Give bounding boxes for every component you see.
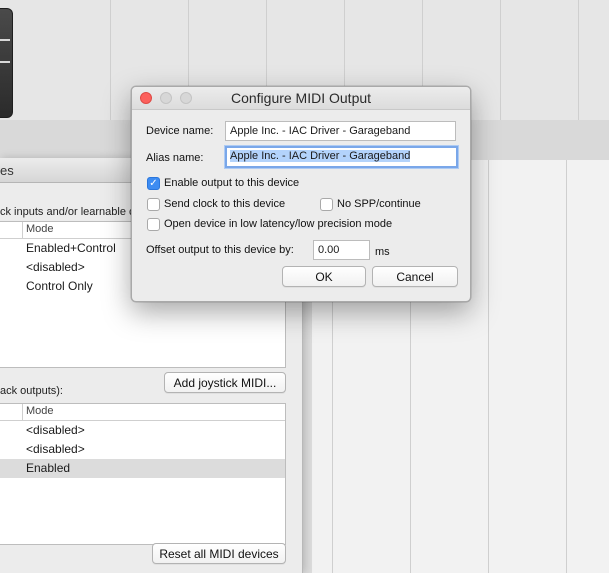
table-header: Mode xyxy=(0,404,285,421)
device-name-label: Device name: xyxy=(146,125,214,137)
table-row[interactable]: <disabled> xyxy=(0,440,285,459)
no-spp-continue-label[interactable]: No SPP/continue xyxy=(337,198,421,210)
alias-name-selected-text: Apple Inc. - IAC Driver - Garageband xyxy=(230,150,411,162)
mode-column-header[interactable]: Mode xyxy=(26,223,54,235)
configure-midi-output-dialog: Configure MIDI Output Device name: Apple… xyxy=(131,86,471,302)
cancel-button[interactable]: Cancel xyxy=(372,266,458,287)
fader-tick xyxy=(0,39,10,41)
inputs-caption: ck inputs and/or learnable c xyxy=(0,206,135,218)
mode-column-header[interactable]: Mode xyxy=(26,405,54,417)
table-row-selected[interactable]: Enabled xyxy=(0,459,285,478)
send-clock-label[interactable]: Send clock to this device xyxy=(164,198,285,210)
mode-cell[interactable]: Control Only xyxy=(26,279,93,293)
no-spp-continue-checkbox[interactable] xyxy=(320,198,333,211)
grid-line xyxy=(566,160,567,573)
enable-output-checkbox[interactable]: ✓ xyxy=(147,177,160,190)
alias-name-label: Alias name: xyxy=(146,152,204,164)
fader-tick xyxy=(0,61,10,63)
grid-line xyxy=(578,0,579,120)
mode-cell[interactable]: <disabled> xyxy=(26,260,85,274)
prefs-title: es xyxy=(0,163,14,178)
add-joystick-midi-button[interactable]: Add joystick MIDI... xyxy=(164,372,286,393)
fader-handle[interactable] xyxy=(0,8,13,118)
offset-label: Offset output to this device by: xyxy=(146,244,294,256)
mode-cell[interactable]: <disabled> xyxy=(26,423,85,437)
column-separator xyxy=(22,404,23,420)
grid-line xyxy=(488,160,489,573)
enable-output-label[interactable]: Enable output to this device xyxy=(164,177,299,189)
offset-field[interactable]: 0.00 xyxy=(313,240,370,260)
reset-all-midi-devices-button[interactable]: Reset all MIDI devices xyxy=(152,543,286,564)
low-latency-label[interactable]: Open device in low latency/low precision… xyxy=(164,218,392,230)
outputs-caption: ack outputs): xyxy=(0,385,63,397)
mode-cell[interactable]: Enabled+Control xyxy=(26,241,116,255)
grid-line xyxy=(500,0,501,120)
dialog-title: Configure MIDI Output xyxy=(230,90,372,106)
alias-name-field[interactable]: Apple Inc. - IAC Driver - Garageband xyxy=(225,146,458,168)
midi-outputs-table[interactable]: Mode <disabled> <disabled> Enabled xyxy=(0,403,286,545)
device-name-field[interactable]: Apple Inc. - IAC Driver - Garageband xyxy=(225,121,456,141)
offset-unit: ms xyxy=(375,246,390,258)
low-latency-checkbox[interactable] xyxy=(147,218,160,231)
mode-cell[interactable]: Enabled xyxy=(26,461,70,475)
send-clock-checkbox[interactable] xyxy=(147,198,160,211)
dialog-titlebar[interactable]: Configure MIDI Output xyxy=(132,87,470,110)
table-row[interactable]: <disabled> xyxy=(0,421,285,440)
mode-cell[interactable]: <disabled> xyxy=(26,442,85,456)
column-separator xyxy=(22,222,23,238)
ok-button[interactable]: OK xyxy=(282,266,366,287)
grid-line xyxy=(110,0,111,120)
